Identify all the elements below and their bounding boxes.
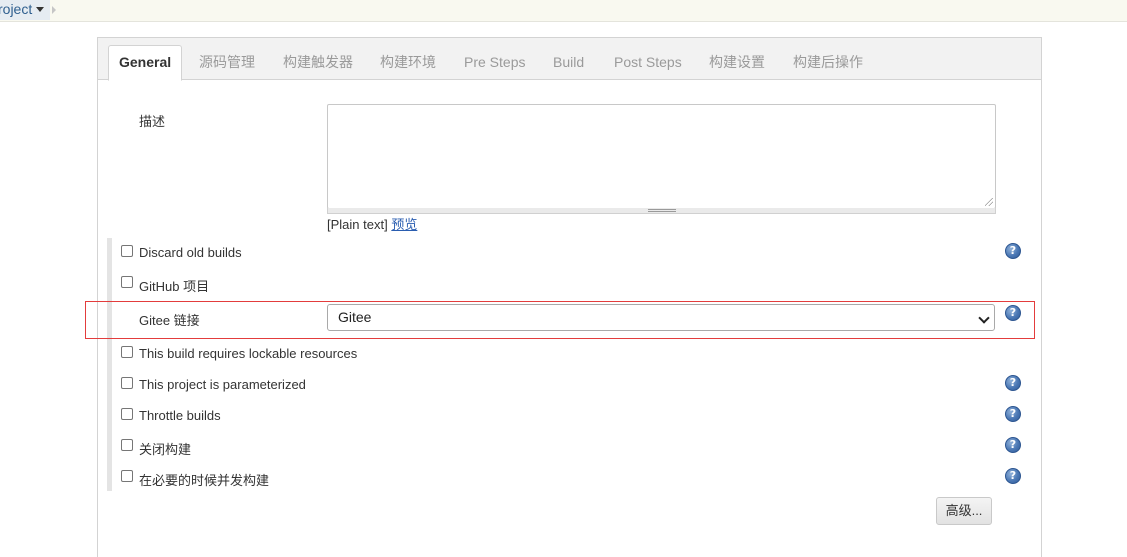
throttle-builds-checkbox[interactable] [121, 408, 133, 420]
description-label: 描述 [139, 114, 166, 129]
disable-build-label: 关闭构建 [139, 442, 192, 457]
tab-build-triggers[interactable]: 构建触发器 [283, 52, 353, 72]
tab-post-build-actions[interactable]: 构建后操作 [793, 52, 863, 72]
caret-down-icon[interactable] [36, 7, 45, 12]
tab-pre-steps[interactable]: Pre Steps [464, 52, 525, 72]
parameterized-checkbox[interactable] [121, 377, 133, 389]
discard-old-builds-checkbox[interactable] [121, 245, 133, 257]
help-circle-icon[interactable]: ? [1005, 305, 1021, 321]
tab-strip: General 源码管理 构建触发器 构建环境 Pre Steps Build … [98, 38, 1041, 81]
description-textarea[interactable] [327, 104, 996, 209]
breadcrumb-separator-icon [52, 6, 56, 14]
gitee-link-label: Gitee 链接 [139, 313, 200, 328]
description-format: [Plain text] 预览 [327, 214, 417, 233]
advanced-button[interactable]: 高级... [936, 497, 992, 525]
preview-link[interactable]: 预览 [391, 217, 417, 232]
help-circle-icon[interactable]: ? [1005, 468, 1021, 484]
parameterized-label: This project is parameterized [139, 377, 306, 392]
help-circle-icon[interactable]: ? [1005, 375, 1021, 391]
format-prefix: [Plain text] [327, 217, 388, 232]
tab-build-environment[interactable]: 构建环境 [380, 52, 436, 72]
disable-build-checkbox[interactable] [121, 439, 133, 451]
breadcrumb-bar: roject [0, 0, 1127, 22]
tab-source-management[interactable]: 源码管理 [199, 52, 255, 72]
tab-general[interactable]: General [108, 45, 183, 81]
section-indent-bar [107, 238, 112, 491]
concurrent-build-label: 在必要的时候并发构建 [139, 473, 270, 488]
tab-build-settings[interactable]: 构建设置 [709, 52, 765, 72]
chevron-down-icon[interactable] [978, 312, 990, 324]
github-project-label: GitHub 项目 [139, 279, 210, 294]
help-circle-icon[interactable]: ? [1005, 243, 1021, 259]
tab-build[interactable]: Build [553, 52, 584, 72]
config-panel: General 源码管理 构建触发器 构建环境 Pre Steps Build … [85, 37, 1042, 557]
discard-old-builds-label: Discard old builds [139, 245, 242, 260]
help-circle-icon[interactable]: ? [1005, 406, 1021, 422]
gitee-connection-select[interactable]: Gitee [327, 304, 995, 331]
textarea-resize-bar[interactable] [327, 208, 996, 214]
drag-grip-icon[interactable] [648, 209, 676, 212]
throttle-builds-label: Throttle builds [139, 408, 221, 423]
resize-handle-icon[interactable] [985, 198, 993, 206]
github-project-checkbox[interactable] [121, 276, 133, 288]
lockable-resources-checkbox[interactable] [121, 346, 133, 358]
concurrent-build-checkbox[interactable] [121, 470, 133, 482]
breadcrumb-project[interactable]: roject [0, 0, 51, 20]
lockable-resources-label: This build requires lockable resources [139, 346, 358, 361]
tab-post-steps[interactable]: Post Steps [614, 52, 682, 72]
help-circle-icon[interactable]: ? [1005, 437, 1021, 453]
breadcrumb-project-label[interactable]: roject [0, 1, 32, 17]
gitee-selected-value: Gitee [338, 309, 372, 325]
